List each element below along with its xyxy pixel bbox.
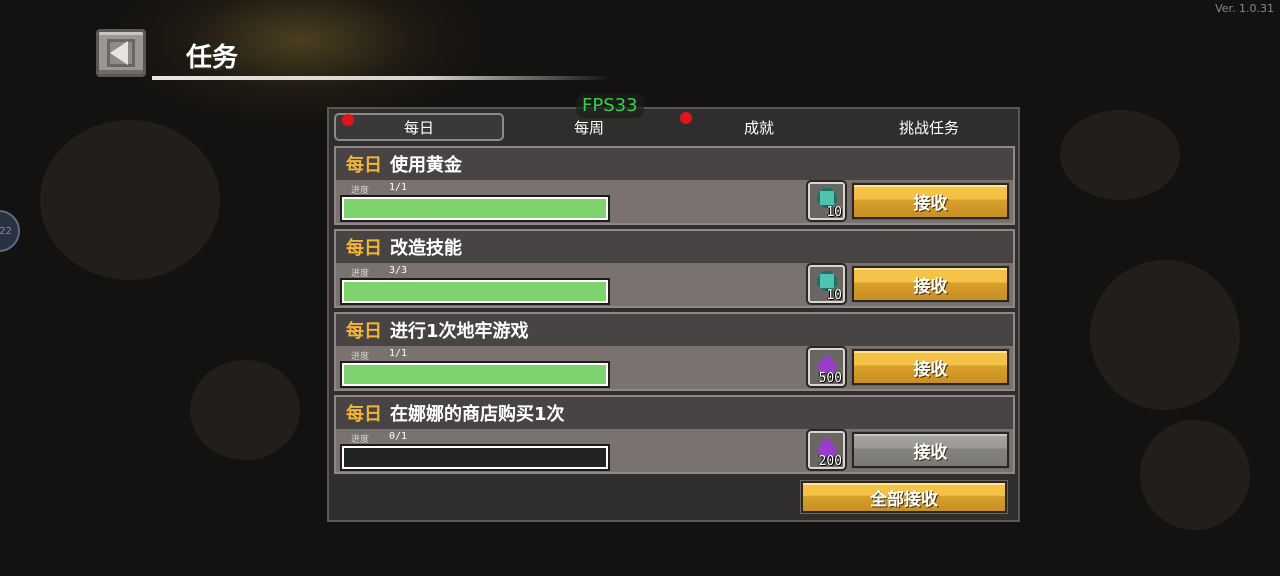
side-badge-value: 22 bbox=[0, 225, 12, 237]
task-name: 改造技能 bbox=[390, 238, 462, 259]
tab-2[interactable]: 成就 bbox=[674, 112, 844, 141]
progress-bar bbox=[340, 361, 610, 388]
page-title: 任务 bbox=[186, 43, 239, 73]
progress-label: 进度 bbox=[351, 269, 370, 279]
tab-0[interactable]: 每日 bbox=[334, 113, 504, 141]
tab-bar: 每日 每周 成就 挑战任务 bbox=[334, 112, 1015, 141]
header-glow bbox=[120, 0, 480, 120]
reward-amount: 10 bbox=[826, 288, 842, 303]
claim-button[interactable]: 接收 bbox=[851, 348, 1010, 386]
progress-label: 进度 bbox=[351, 352, 370, 362]
version-label: Ver. 1.0.31 bbox=[1215, 2, 1274, 15]
notification-dot bbox=[342, 114, 354, 126]
claim-button[interactable]: 接收 bbox=[851, 431, 1010, 469]
task-tag: 每日 bbox=[346, 321, 382, 342]
quest-panel: 每日 每周 成就 挑战任务 每日 使用黄金 进度 1/1 10 接收 每日 改造技能 … bbox=[327, 107, 1020, 522]
notification-dot bbox=[680, 112, 692, 124]
task-tag: 每日 bbox=[346, 404, 382, 425]
task-header: 每日 进行1次地牢游戏 bbox=[336, 314, 1013, 346]
tab-label: 成就 bbox=[743, 118, 774, 137]
reward-slot[interactable]: 200 bbox=[806, 429, 847, 471]
progress-fill bbox=[344, 365, 606, 384]
tab-label: 挑战任务 bbox=[898, 118, 959, 137]
progress-bar bbox=[340, 444, 610, 471]
progress-label: 进度 bbox=[351, 435, 370, 445]
progress-value: 1/1 bbox=[389, 182, 408, 193]
progress-bar bbox=[340, 278, 610, 305]
progress-value: 3/3 bbox=[389, 265, 408, 276]
task-row: 每日 在娜娜的商店购买1次 进度 0/1 200 接收 bbox=[334, 395, 1015, 474]
reward-amount: 10 bbox=[826, 205, 842, 220]
back-arrow-icon bbox=[107, 39, 135, 67]
task-row: 每日 使用黄金 进度 1/1 10 接收 bbox=[334, 146, 1015, 225]
task-row: 每日 改造技能 进度 3/3 10 接收 bbox=[334, 229, 1015, 308]
task-name: 在娜娜的商店购买1次 bbox=[390, 404, 565, 425]
back-button[interactable] bbox=[96, 29, 146, 77]
reward-slot[interactable]: 10 bbox=[806, 180, 847, 222]
task-name: 进行1次地牢游戏 bbox=[390, 321, 529, 342]
task-name: 使用黄金 bbox=[390, 155, 462, 176]
progress-value: 0/1 bbox=[389, 431, 408, 442]
claim-button[interactable]: 接收 bbox=[851, 182, 1010, 220]
claim-button[interactable]: 接收 bbox=[851, 265, 1010, 303]
claim-all-button[interactable]: 全部接收 bbox=[800, 480, 1008, 514]
reward-slot[interactable]: 10 bbox=[806, 263, 847, 305]
title-underline bbox=[152, 76, 612, 80]
tab-3[interactable]: 挑战任务 bbox=[844, 113, 1014, 141]
progress-label: 进度 bbox=[351, 186, 370, 196]
task-tag: 每日 bbox=[346, 238, 382, 259]
progress-fill bbox=[344, 282, 606, 301]
reward-amount: 500 bbox=[818, 371, 842, 386]
progress-fill bbox=[344, 199, 606, 218]
tab-label: 每日 bbox=[403, 118, 434, 137]
tab-label: 每周 bbox=[573, 118, 604, 137]
progress-value: 1/1 bbox=[389, 348, 408, 359]
task-header: 每日 使用黄金 bbox=[336, 148, 1013, 180]
progress-bar bbox=[340, 195, 610, 222]
task-tag: 每日 bbox=[346, 155, 382, 176]
task-header: 每日 在娜娜的商店购买1次 bbox=[336, 397, 1013, 429]
reward-amount: 200 bbox=[818, 454, 842, 469]
reward-slot[interactable]: 500 bbox=[806, 346, 847, 388]
task-header: 每日 改造技能 bbox=[336, 231, 1013, 263]
fps-counter: FPS33 bbox=[576, 94, 644, 118]
task-row: 每日 进行1次地牢游戏 进度 1/1 500 接收 bbox=[334, 312, 1015, 391]
